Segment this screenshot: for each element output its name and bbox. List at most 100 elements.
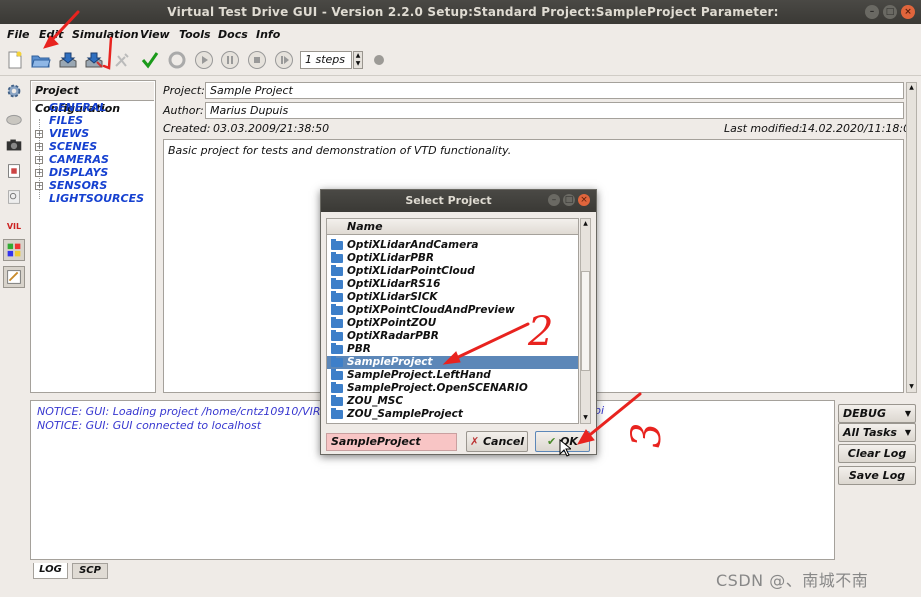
folder-icon	[331, 252, 343, 263]
folder-icon	[331, 330, 343, 341]
list-item[interactable]: OptiXLidarPBR	[327, 252, 578, 265]
expand-views-icon[interactable]: +	[35, 130, 43, 138]
tree-item-files[interactable]: FILES	[49, 114, 83, 127]
step-icon[interactable]	[274, 50, 294, 70]
scroll-thumb[interactable]	[581, 271, 590, 371]
folder-icon	[331, 317, 343, 328]
magnifier-icon[interactable]	[3, 186, 25, 208]
tree-header: Project Configuration	[32, 82, 154, 115]
maximize-icon[interactable]: □	[883, 5, 897, 19]
steps-input[interactable]: 1 steps	[300, 51, 352, 69]
cancel-button[interactable]: ✗ Cancel	[466, 431, 528, 452]
menu-simulation[interactable]: Simulation	[72, 28, 139, 41]
list-item[interactable]: ZOU_SampleProject	[327, 408, 578, 421]
modified-value: 14.02.2020/11:18:04	[801, 122, 918, 135]
list-item-selected[interactable]: SampleProject	[327, 356, 578, 369]
status-dot-icon	[374, 55, 384, 65]
expand-sensors-icon[interactable]: +	[35, 182, 43, 190]
clear-log-button[interactable]: Clear Log	[838, 444, 916, 463]
scroll-up-icon[interactable]: ▲	[581, 219, 590, 229]
stop-icon[interactable]	[247, 50, 267, 70]
created-value: 03.03.2009/21:38:50	[213, 122, 330, 135]
tree-item-lightsources[interactable]: LIGHTSOURCES	[49, 192, 144, 205]
list-item[interactable]: OptiXLidarPointCloud	[327, 265, 578, 278]
tab-scp[interactable]: SCP	[72, 563, 108, 579]
list-item-label: OptiXLidarSICK	[347, 291, 438, 303]
list-header-name[interactable]: Name	[327, 219, 578, 235]
gear-icon[interactable]	[3, 80, 25, 102]
list-item[interactable]: OptiXLidarSICK	[327, 291, 578, 304]
play-icon[interactable]	[194, 50, 214, 70]
open-folder-icon[interactable]	[31, 50, 51, 70]
menu-view[interactable]: View	[140, 28, 170, 41]
dialog-close-icon[interactable]: ×	[578, 194, 590, 206]
folder-icon	[331, 408, 343, 419]
dialog-minimize-icon[interactable]: –	[548, 194, 560, 206]
menu-edit[interactable]: Edit	[39, 28, 63, 41]
list-item-label: ZOU_SampleProject	[347, 408, 463, 420]
tree-item-views[interactable]: VIEWS	[49, 127, 89, 140]
minimize-icon[interactable]: –	[865, 5, 879, 19]
window-titlebar: Virtual Test Drive GUI - Version 2.2.0 S…	[0, 0, 921, 24]
mouse-cursor-icon	[559, 439, 571, 457]
list-item[interactable]: ZOU_MSC	[327, 395, 578, 408]
expand-cameras-icon[interactable]: +	[35, 156, 43, 164]
folder-icon	[331, 343, 343, 354]
apply-check-icon[interactable]	[140, 50, 160, 70]
list-item[interactable]: OptiXPointCloudAndPreview	[327, 304, 578, 317]
project-name-input[interactable]: SampleProject	[326, 433, 457, 451]
save-icon[interactable]	[58, 50, 78, 70]
tree-item-scenes[interactable]: SCENES	[49, 140, 97, 153]
list-item[interactable]: OptiXRadarPBR	[327, 330, 578, 343]
list-item[interactable]: SampleProject.OpenSCENARIO	[327, 382, 578, 395]
tree-item-sensors[interactable]: SENSORS	[49, 179, 107, 192]
menu-tools[interactable]: Tools	[179, 28, 211, 41]
tree-item-displays[interactable]: DISPLAYS	[49, 166, 108, 179]
list-item[interactable]: SampleProject.LeftHand	[327, 369, 578, 382]
vil-icon[interactable]: VIL	[3, 212, 25, 234]
menu-file[interactable]: File	[7, 28, 30, 41]
scroll-up-icon[interactable]: ▲	[907, 83, 916, 93]
expand-displays-icon[interactable]: +	[35, 169, 43, 177]
list-item[interactable]: OptiXLidarAndCamera	[327, 239, 578, 252]
list-item[interactable]: OptiXPointZOU	[327, 317, 578, 330]
list-item[interactable]: OptiXLidarRS16	[327, 278, 578, 291]
chevron-down-icon: ▼	[904, 428, 911, 437]
new-file-icon[interactable]	[5, 50, 25, 70]
steps-spinner[interactable]: ▲ ▼	[353, 51, 363, 69]
project-config-icon[interactable]	[3, 266, 25, 288]
camera-icon[interactable]	[3, 134, 25, 156]
log-level-select[interactable]: DEBUG ▼	[838, 404, 916, 423]
author-field[interactable]: Marius Dupuis	[205, 102, 904, 119]
menu-docs[interactable]: Docs	[218, 28, 248, 41]
save-as-icon[interactable]	[84, 50, 104, 70]
grid-icon[interactable]	[3, 239, 25, 261]
save-log-button[interactable]: Save Log	[838, 466, 916, 485]
task-filter-value: All Tasks	[843, 426, 897, 439]
pause-icon[interactable]	[220, 50, 240, 70]
dialog-maximize-icon[interactable]: □	[563, 194, 575, 206]
project-name-field[interactable]: Sample Project	[205, 82, 904, 99]
close-icon[interactable]: ×	[901, 5, 915, 19]
tree-item-general[interactable]: GENERAL	[49, 101, 106, 114]
expand-scenes-icon[interactable]: +	[35, 143, 43, 151]
project-label: Project:	[163, 84, 205, 97]
restart-icon[interactable]	[167, 50, 187, 70]
menu-bar: File Edit Simulation View Tools Docs Inf…	[0, 24, 921, 46]
tab-log[interactable]: LOG	[33, 563, 68, 579]
list-item-label: OptiXLidarPointCloud	[347, 265, 475, 277]
scroll-down-icon[interactable]: ▼	[581, 413, 590, 423]
menu-info[interactable]: Info	[256, 28, 280, 41]
list-item[interactable]: PBR	[327, 343, 578, 356]
log-level-value: DEBUG	[843, 407, 886, 420]
scroll-down-icon[interactable]: ▼	[907, 382, 916, 392]
main-scrollbar[interactable]: ▲ ▼	[906, 82, 917, 393]
list-scrollbar[interactable]: ▲ ▼	[580, 218, 591, 424]
vehicle-icon[interactable]	[3, 108, 25, 130]
screen-icon[interactable]	[3, 160, 25, 182]
list-item-label: SampleProject.OpenSCENARIO	[347, 382, 528, 394]
tree-item-cameras[interactable]: CAMERAS	[49, 153, 109, 166]
task-filter-select[interactable]: All Tasks ▼	[838, 423, 916, 442]
modified-label: Last modified:	[724, 122, 803, 135]
folder-icon	[331, 395, 343, 406]
